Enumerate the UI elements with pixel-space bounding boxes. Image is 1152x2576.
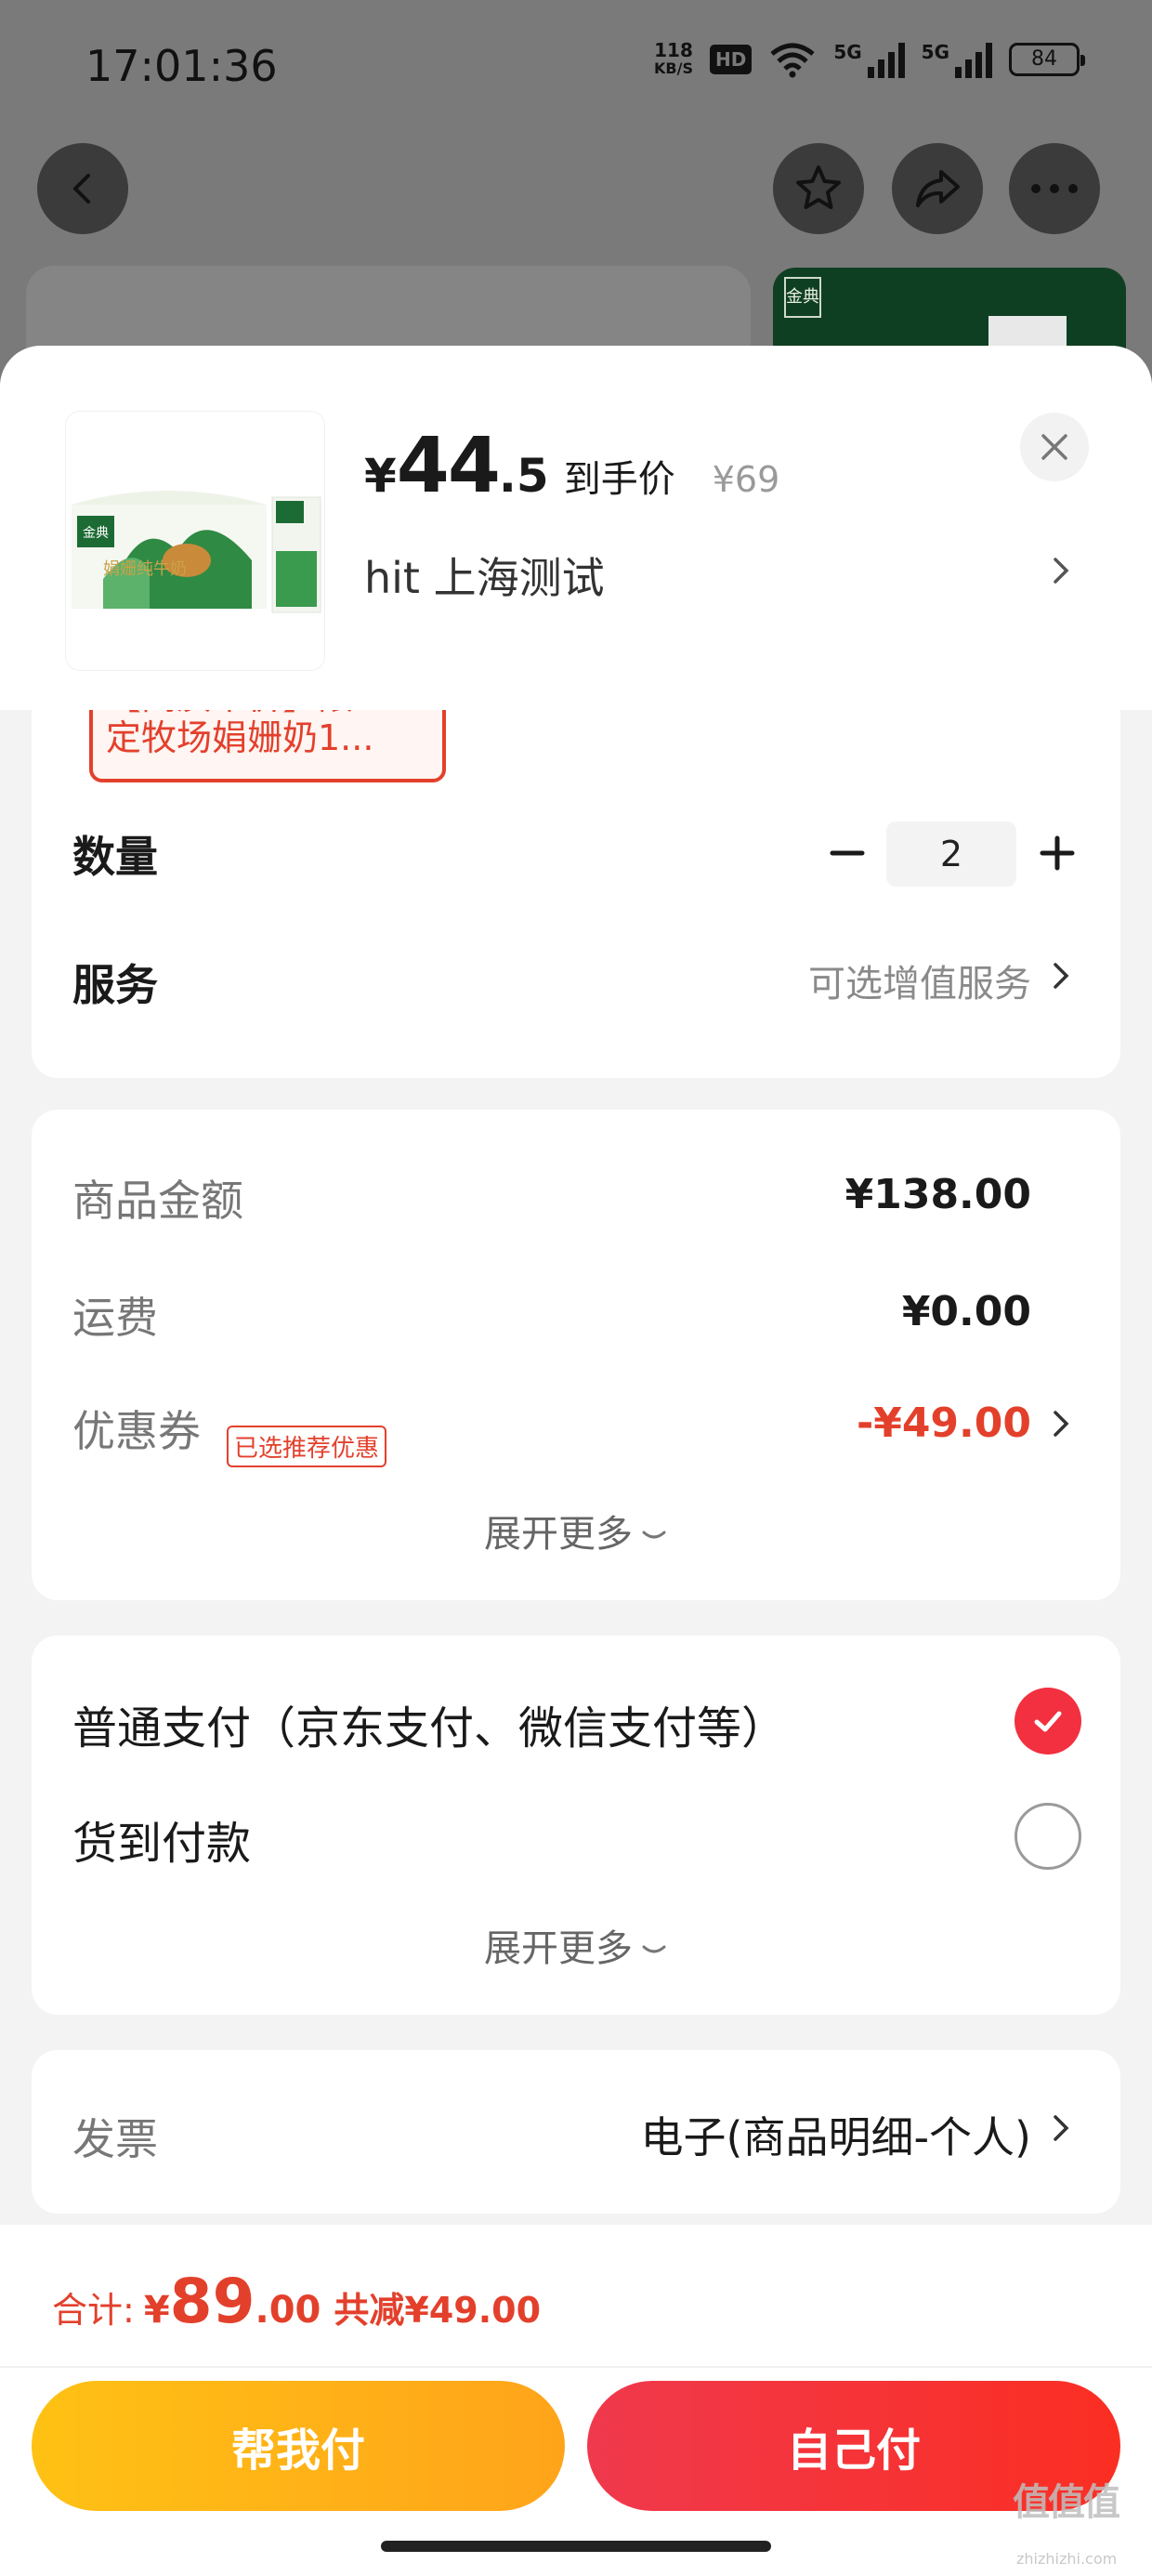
delivery-address[interactable]: hit 上海测试 <box>364 545 605 606</box>
invoice-value: 电子(商品明细-个人) <box>640 2112 1032 2162</box>
chevron-left-icon <box>73 174 90 204</box>
sheet-header: 金典 娟姗纯牛奶 ¥ 44 .5 到手价 ¥69 hit 上海测试 <box>0 346 1152 710</box>
coupon-value[interactable]: -¥49.00 <box>857 1400 1031 1447</box>
signal-icon-sim2: 5G <box>922 41 992 78</box>
product-package-image: 金典 娟姗纯牛奶 <box>66 412 324 670</box>
coupon-recommended-badge: 已选推荐优惠 <box>227 1426 387 1467</box>
chevron-right-icon[interactable] <box>1050 2109 1072 2147</box>
goods-amount-value: ¥138.00 <box>844 1171 1031 1218</box>
close-icon <box>1041 434 1067 460</box>
close-button[interactable] <box>1020 413 1089 481</box>
price-row: ¥ 44 .5 到手价 ¥69 <box>364 422 779 510</box>
watermark-site: zhizhizhi.com <box>1016 2550 1118 2568</box>
battery-icon: 84 <box>1009 43 1085 76</box>
payment-option-cod[interactable]: 货到付款 <box>72 1807 251 1872</box>
quantity-increase-button[interactable] <box>1029 825 1085 881</box>
summary-expand-more[interactable]: 展开更多 <box>32 1504 1120 1557</box>
total-saving: 共减¥49.00 <box>334 2290 542 2331</box>
total-symbol: ¥ <box>143 2289 170 2332</box>
signal-icon-sim1: 5G <box>833 41 905 78</box>
payment-option-normal-radio[interactable] <box>1015 1688 1081 1755</box>
status-icons: 118 KB/S HD 5G 5G 84 <box>654 39 1085 78</box>
checkout-bar: 合计: ¥ 89 .00 共减¥49.00 帮我付 自己付 值值值 zhizhi… <box>0 2225 1152 2576</box>
payment-method-card: 普通支付（京东支付、微信支付等） 货到付款 展开更多 <box>32 1636 1120 2015</box>
coupon-label: 优惠券 <box>72 1406 201 1456</box>
payment-option-normal[interactable]: 普通支付（京东支付、微信支付等） <box>72 1691 786 1756</box>
home-indicator[interactable] <box>381 2541 771 2552</box>
price-symbol: ¥ <box>364 449 397 503</box>
divider <box>0 2366 1152 2368</box>
shipping-label: 运费 <box>72 1293 158 1343</box>
svg-text:金典: 金典 <box>83 526 109 541</box>
back-button[interactable] <box>37 143 128 234</box>
chevron-right-icon[interactable] <box>1050 552 1072 589</box>
payment-option-cod-radio[interactable] <box>1015 1803 1081 1870</box>
shipping-value: ¥0.00 <box>901 1288 1031 1335</box>
more-dots-icon <box>1031 184 1078 193</box>
brand-logo: 金典 <box>784 277 821 318</box>
favorite-button[interactable] <box>773 143 864 234</box>
total-integer: 89 <box>169 2266 255 2337</box>
price-summary-card: 商品金额 ¥138.00 运费 ¥0.00 优惠券 已选推荐优惠 -¥49.00… <box>32 1110 1120 1600</box>
svg-text:娟姗纯牛奶: 娟姗纯牛奶 <box>103 559 187 579</box>
wifi-icon <box>770 43 815 78</box>
hd-voice-icon: HD <box>709 45 753 74</box>
status-time: 17:01:36 <box>85 41 278 91</box>
invoice-card[interactable]: 发票 电子(商品明细-个人) <box>32 2050 1120 2214</box>
plus-icon <box>1040 835 1075 871</box>
help-me-pay-button[interactable]: 帮我付 <box>32 2381 565 2511</box>
payment-expand-more[interactable]: 展开更多 <box>32 1918 1120 1972</box>
price-decimal: .5 <box>498 449 549 503</box>
order-total: 合计: ¥ 89 .00 共减¥49.00 <box>52 2266 541 2337</box>
quantity-label: 数量 <box>72 832 158 882</box>
quantity-input[interactable]: 2 <box>886 821 1016 887</box>
chevron-down-icon <box>642 1531 666 1539</box>
chevron-right-icon[interactable] <box>1050 957 1072 994</box>
original-price: ¥69 <box>712 459 780 500</box>
chevron-down-icon <box>642 1945 666 1953</box>
status-bar: 17:01:36 118 KB/S HD 5G 5G 84 <box>0 0 1152 139</box>
total-decimal: .00 <box>255 2289 321 2332</box>
more-button[interactable] <box>1009 143 1100 234</box>
chevron-right-icon[interactable] <box>1050 1405 1072 1442</box>
service-label: 服务 <box>72 960 158 1010</box>
quantity-decrease-button[interactable] <box>819 825 875 881</box>
minus-icon <box>830 850 865 856</box>
price-integer: 44 <box>396 422 501 510</box>
watermark-logo: 值值值 <box>1013 2481 1120 2524</box>
star-icon <box>796 165 841 209</box>
net-speed: 118 KB/S <box>654 39 693 77</box>
product-image[interactable]: 金典 娟姗纯牛奶 <box>65 411 325 671</box>
total-label: 合计: <box>52 2290 135 2331</box>
final-price-label: 到手价 <box>563 458 675 501</box>
share-button[interactable] <box>892 143 983 234</box>
service-value[interactable]: 可选增值服务 <box>808 953 1031 1007</box>
goods-amount-label: 商品金额 <box>72 1176 243 1226</box>
check-icon <box>1034 1711 1062 1732</box>
invoice-label: 发票 <box>72 2114 158 2164</box>
share-icon <box>916 170 960 207</box>
